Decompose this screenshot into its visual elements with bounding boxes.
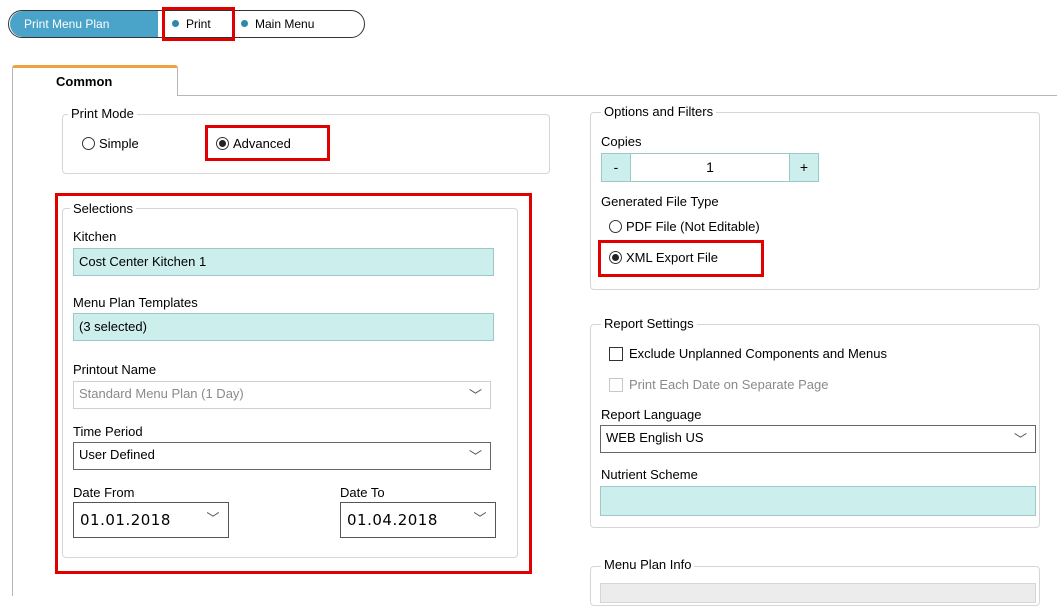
language-label: Report Language — [601, 407, 702, 422]
nutrient-label: Nutrient Scheme — [601, 467, 698, 482]
chevron-down-icon[interactable]: ﹀ — [206, 503, 220, 537]
copies-input[interactable]: 1 — [631, 153, 789, 182]
checkbox-exclude-label: Exclude Unplanned Components and Menus — [629, 346, 888, 361]
copies-plus-button[interactable]: + — [789, 153, 819, 182]
chevron-down-icon[interactable]: ﹀ — [473, 503, 487, 537]
kitchen-label: Kitchen — [73, 229, 117, 244]
content-border — [12, 95, 13, 596]
radio-advanced-label: Advanced — [233, 136, 291, 151]
templates-label: Menu Plan Templates — [73, 295, 198, 310]
tab-common[interactable]: Common — [12, 65, 178, 96]
date-from-picker[interactable]: 01.01.2018 ﹀ — [73, 502, 229, 538]
radio-pdf-label: PDF File (Not Editable) — [626, 219, 760, 234]
print-mode-legend: Print Mode — [68, 106, 137, 121]
checkbox-separate-page-label: Print Each Date on Separate Page — [629, 377, 829, 392]
templates-field[interactable]: (3 selected) — [73, 313, 494, 341]
checkbox-exclude[interactable]: Exclude Unplanned Components and Menus — [609, 346, 887, 362]
checkbox-separate-page: Print Each Date on Separate Page — [609, 377, 828, 393]
radio-xml-label: XML Export File — [626, 250, 718, 265]
checkbox-exclude-box[interactable] — [609, 346, 623, 361]
date-from-value: 01.01.2018 — [80, 511, 171, 529]
options-legend: Options and Filters — [601, 104, 717, 119]
radio-simple[interactable]: Simple — [82, 136, 139, 151]
radio-advanced-circle[interactable] — [216, 137, 229, 151]
date-from-label: Date From — [73, 485, 135, 500]
date-to-value: 01.04.2018 — [347, 511, 438, 529]
chevron-down-icon: ﹀ — [1013, 432, 1027, 447]
printout-select: Standard Menu Plan (1 Day) ﹀ — [73, 381, 491, 409]
file-type-label: Generated File Type — [601, 194, 719, 209]
breadcrumb-print-label: Print — [186, 17, 211, 31]
checkbox-separate-page-box — [609, 377, 623, 392]
chevron-down-icon: ﹀ — [468, 388, 482, 403]
radio-xml[interactable]: XML Export File — [609, 250, 718, 265]
dot-icon — [241, 20, 248, 28]
date-to-picker[interactable]: 01.04.2018 ﹀ — [340, 502, 496, 538]
printout-label: Printout Name — [73, 362, 157, 377]
menu-plan-info-field — [600, 583, 1036, 603]
nutrient-field[interactable] — [600, 486, 1036, 516]
chevron-down-icon: ﹀ — [468, 449, 482, 464]
time-period-select[interactable]: User Defined ﹀ — [73, 442, 491, 470]
copies-minus-button[interactable]: - — [601, 153, 631, 182]
radio-advanced[interactable]: Advanced — [216, 136, 291, 151]
dot-icon — [172, 20, 179, 28]
date-to-label: Date To — [340, 485, 385, 500]
language-select[interactable]: WEB English US ﹀ — [600, 425, 1036, 453]
kitchen-field[interactable]: Cost Center Kitchen 1 — [73, 248, 494, 276]
printout-value: Standard Menu Plan (1 Day) — [79, 386, 244, 401]
breadcrumb-print-menu-plan[interactable]: Print Menu Plan — [10, 11, 158, 37]
radio-xml-circle[interactable] — [609, 251, 622, 265]
language-value: WEB English US — [606, 430, 704, 445]
radio-pdf-circle[interactable] — [609, 220, 622, 234]
selections-legend: Selections — [70, 201, 136, 216]
breadcrumb-main-menu[interactable]: Main Menu — [241, 11, 314, 37]
copies-label: Copies — [601, 134, 642, 149]
report-settings-legend: Report Settings — [601, 316, 697, 331]
radio-simple-label: Simple — [99, 136, 139, 151]
radio-pdf[interactable]: PDF File (Not Editable) — [609, 219, 760, 234]
time-period-label: Time Period — [73, 424, 143, 439]
menu-plan-info-legend: Menu Plan Info — [601, 557, 695, 572]
tab-divider — [178, 95, 1057, 96]
breadcrumb-print[interactable]: Print — [172, 11, 211, 37]
time-period-value: User Defined — [79, 447, 155, 462]
radio-simple-circle[interactable] — [82, 137, 95, 151]
breadcrumb-main-menu-label: Main Menu — [255, 17, 315, 31]
